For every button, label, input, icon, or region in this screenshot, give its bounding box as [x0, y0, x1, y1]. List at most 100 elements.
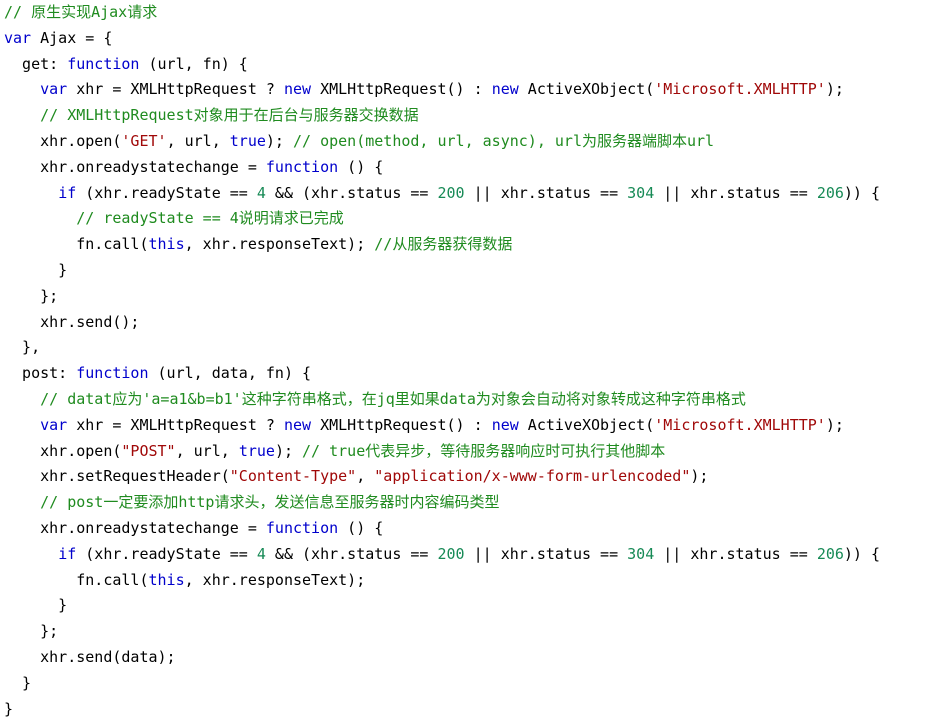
code-token-pl: ); [825, 415, 844, 434]
code-line: fn.call(this, xhr.responseText); [0, 568, 935, 594]
code-token-pl: ActiveXObject( [518, 80, 655, 99]
code-token-pl: ); [265, 131, 293, 150]
code-token-pl: ); [825, 80, 844, 99]
code-token-pl: ActiveXObject( [518, 415, 655, 434]
code-token-pl: || xhr.status == [464, 544, 628, 563]
code-token-num: 206 [816, 183, 844, 202]
code-token-pl: () { [338, 518, 384, 537]
code-token-pl: , url, [175, 441, 239, 460]
code-token-pl: || xhr.status == [654, 544, 817, 563]
code-line: // datat应为'a=a1&b=b1'这种字符串格式，在jq里如果data为… [0, 387, 935, 413]
code-token-pl: , [356, 467, 375, 486]
code-token-kw: new [491, 80, 519, 99]
code-token-cm: // true代表异步，等待服务器响应时可执行其他脚本 [302, 441, 666, 460]
code-line: // XMLHttpRequest对象用于在后台与服务器交换数据 [0, 103, 935, 129]
code-line: xhr.open('GET', url, true); // open(meth… [0, 129, 935, 155]
code-token-pl: Ajax = { [31, 28, 113, 47]
code-token-pl: && (xhr.status == [265, 544, 438, 563]
code-line: // 原生实现Ajax请求 [0, 0, 935, 26]
code-token-st: "Content-Type" [229, 467, 357, 486]
code-token-pl: || xhr.status == [654, 183, 817, 202]
code-token-pl: xhr.open( [4, 131, 122, 150]
code-token-pl: (url, fn) { [139, 54, 248, 73]
code-line: if (xhr.readyState == 4 && (xhr.status =… [0, 181, 935, 207]
code-token-st: "POST" [121, 441, 176, 460]
code-token-num: 304 [627, 183, 655, 202]
code-token-st: 'Microsoft.XMLHTTP' [654, 80, 826, 99]
code-token-pl: fn.call( [4, 570, 149, 589]
code-token-pl: xhr.open( [4, 441, 122, 460]
code-token-st: 'Microsoft.XMLHTTP' [654, 415, 826, 434]
code-listing: // 原生实现Ajax请求 var Ajax = { get: function … [0, 0, 935, 722]
code-token-pl: post: [4, 364, 77, 383]
code-token-kw: new [491, 415, 519, 434]
code-line: if (xhr.readyState == 4 && (xhr.status =… [0, 542, 935, 568]
code-token-pl: get: [4, 54, 68, 73]
code-token-kw: function [265, 518, 339, 537]
code-token-kw: new [283, 415, 312, 434]
code-token-kw: new [283, 80, 312, 99]
code-line: } [0, 697, 935, 722]
code-token-kw: true [229, 131, 266, 150]
code-token-pl: () { [338, 157, 384, 176]
code-line: }; [0, 284, 935, 310]
code-token-pl: }, [4, 338, 41, 357]
code-token-kw: var [4, 28, 32, 47]
code-token-pl: (url, data, fn) { [148, 364, 312, 383]
code-token-pl: xhr = XMLHttpRequest ? [67, 415, 284, 434]
code-token-pl: ); [274, 441, 303, 460]
code-line: get: function (url, fn) { [0, 52, 935, 78]
code-token-num: 4 [256, 544, 266, 563]
code-token-pl: xhr.setRequestHeader( [4, 467, 230, 486]
code-token-num: 206 [816, 544, 844, 563]
code-token-pl: xhr.send(data); [4, 647, 176, 666]
code-token-pl: xhr.onreadystatechange = [4, 518, 266, 537]
code-token-kw: function [76, 364, 149, 383]
code-token-pl: } [4, 260, 68, 279]
code-token-pl: XMLHttpRequest() : [311, 415, 492, 434]
code-line: }, [0, 335, 935, 361]
code-token-pl: xhr.send(); [4, 312, 140, 331]
code-token-pl: )) { [843, 183, 881, 202]
code-token-pl: && (xhr.status == [265, 183, 438, 202]
code-token-num: 200 [437, 183, 465, 202]
code-token-kw: function [67, 54, 140, 73]
code-line: xhr.setRequestHeader("Content-Type", "ap… [0, 464, 935, 490]
code-token-pl: xhr.onreadystatechange = [4, 157, 266, 176]
code-token-st: "application/x-www-form-urlencoded" [374, 467, 691, 486]
code-token-pl: } [4, 673, 32, 692]
code-token-kw: var [40, 80, 68, 99]
code-token-pl: xhr = XMLHttpRequest ? [67, 80, 284, 99]
code-token-pl: , xhr.responseText); [184, 570, 366, 589]
code-line: }; [0, 619, 935, 645]
code-token-num: 4 [256, 183, 266, 202]
code-token-pl: fn.call( [4, 235, 149, 254]
code-token-pl: )) { [843, 544, 881, 563]
code-line: // readyState == 4说明请求已完成 [0, 206, 935, 232]
code-token-cm: // open(method, url, async), url为服务器端脚本u… [293, 131, 715, 150]
code-line: var xhr = XMLHttpRequest ? new XMLHttpRe… [0, 413, 935, 439]
code-token-cm: // readyState == 4说明请求已完成 [76, 209, 344, 228]
code-line: } [0, 593, 935, 619]
code-token-kw: if [58, 183, 77, 202]
code-token-pl: }; [4, 622, 59, 641]
code-line: // post一定要添加http请求头，发送信息至服务器时内容编码类型 [0, 490, 935, 516]
code-token-kw: var [40, 415, 68, 434]
code-token-cm: // 原生实现Ajax请求 [4, 3, 158, 21]
code-line: xhr.onreadystatechange = function () { [0, 516, 935, 542]
code-token-pl: } [4, 699, 14, 718]
code-token-pl: || xhr.status == [464, 183, 628, 202]
code-line: fn.call(this, xhr.responseText); //从服务器获… [0, 232, 935, 258]
code-line: var xhr = XMLHttpRequest ? new XMLHttpRe… [0, 77, 935, 103]
code-line: } [0, 671, 935, 697]
code-token-kw: if [58, 544, 77, 563]
code-token-pl: } [4, 596, 68, 615]
code-token-pl: , url, [166, 131, 230, 150]
code-line: } [0, 258, 935, 284]
